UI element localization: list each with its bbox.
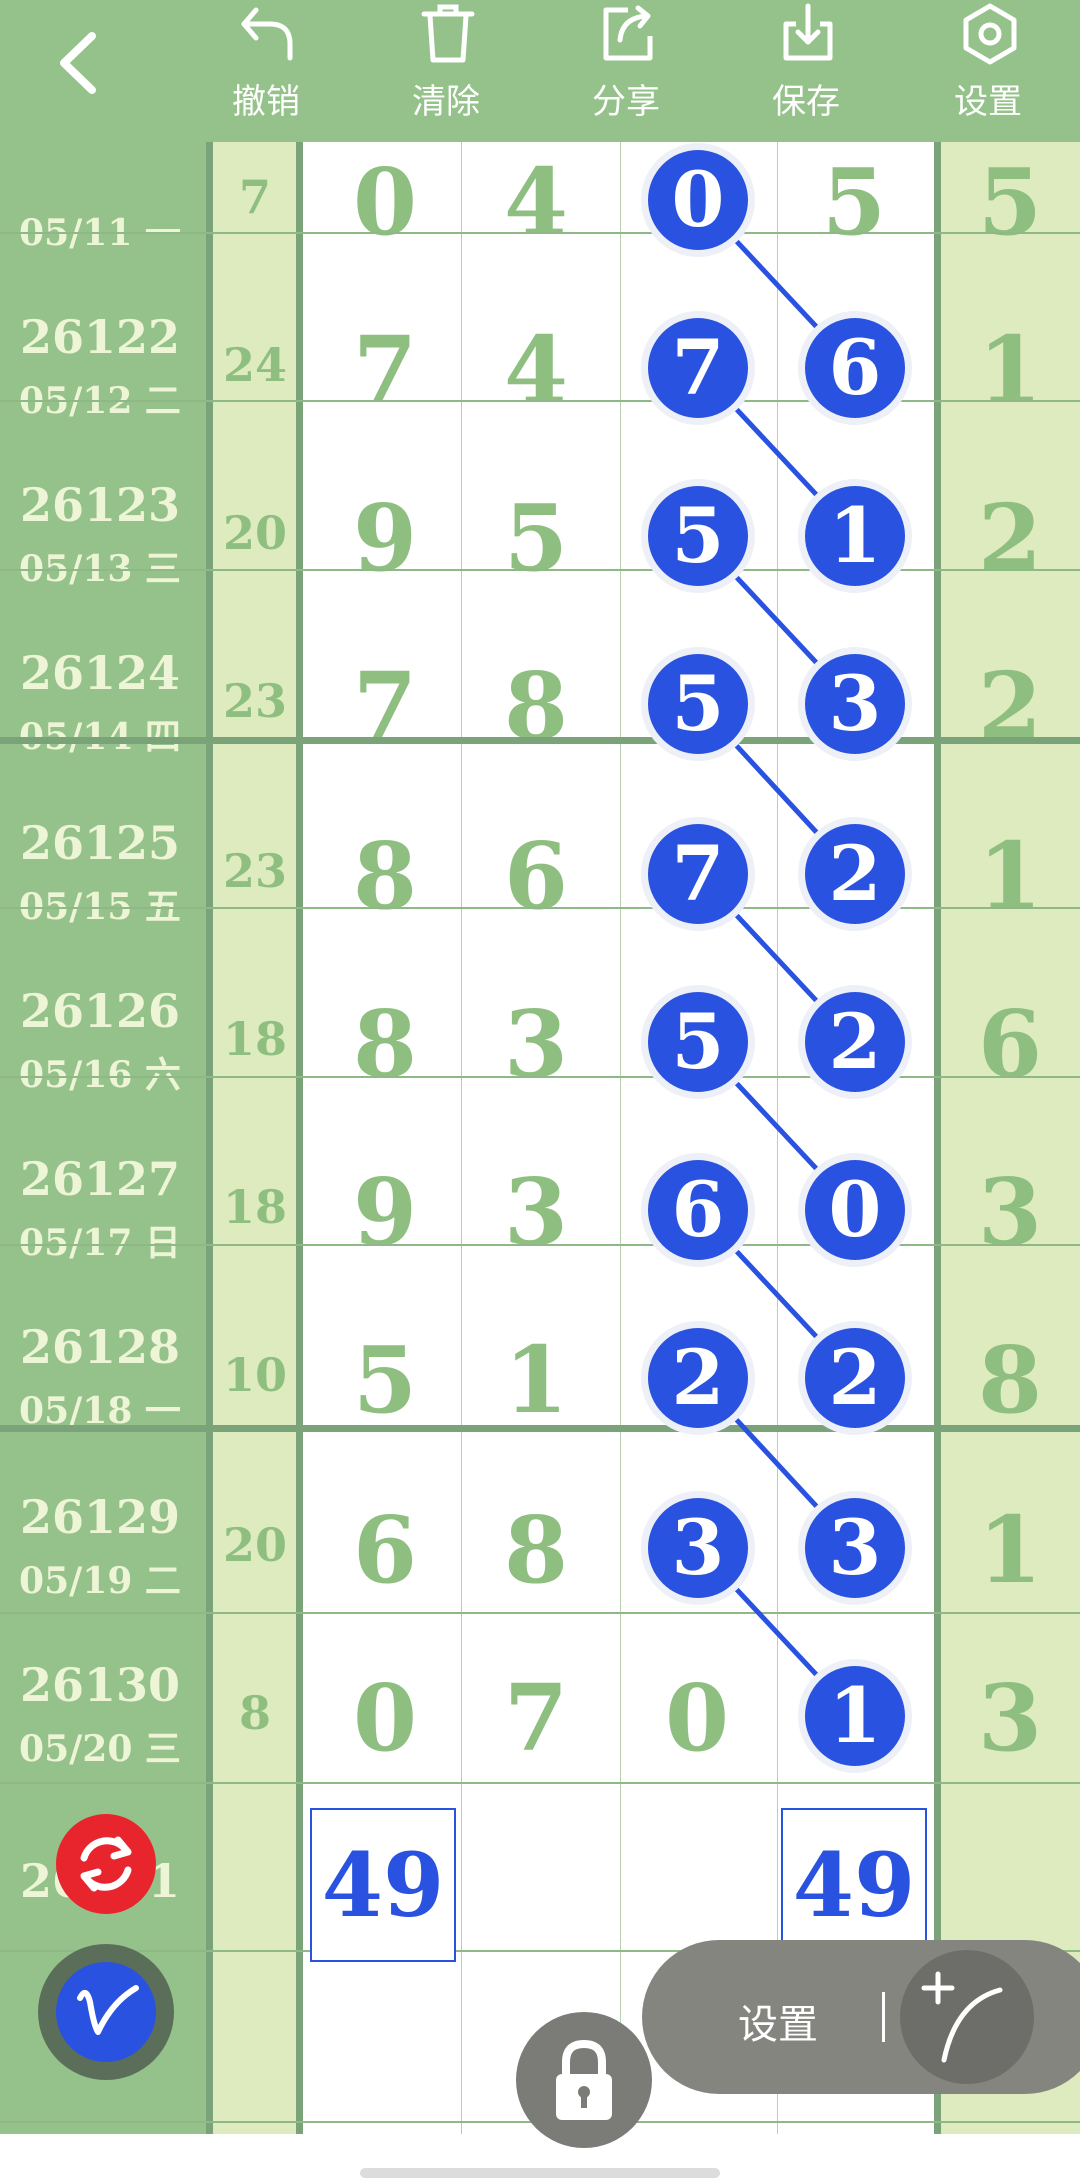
share-label: 分享 (592, 82, 660, 122)
highlighted-digit-ball[interactable]: 3 (805, 654, 905, 754)
highlighted-digit-ball[interactable]: 2 (805, 992, 905, 1092)
share-icon (603, 5, 653, 61)
highlighted-digit-ball[interactable]: 5 (648, 654, 748, 754)
chevron-left-icon (60, 32, 96, 94)
back-button[interactable] (50, 28, 110, 98)
share-button[interactable]: 分享 (566, 0, 686, 142)
undo-icon (241, 7, 293, 61)
add-curve-button[interactable] (900, 1950, 1034, 2084)
highlighted-digit-ball[interactable]: 0 (805, 1160, 905, 1260)
trend-grid: 05/11 一7040552612205/12 二24747612612305/… (0, 142, 1080, 2134)
undo-label: 撤销 (232, 82, 300, 122)
save-label: 保存 (772, 82, 840, 122)
pill-divider (882, 1992, 885, 2042)
settings-label: 设置 (954, 82, 1022, 122)
highlighted-digit-ball[interactable]: 6 (648, 1160, 748, 1260)
prediction-box-col4[interactable]: 49 (781, 1808, 927, 1962)
highlighted-digit-ball[interactable]: 7 (648, 824, 748, 924)
download-icon (783, 3, 833, 61)
lock-icon (556, 2039, 612, 2120)
save-button[interactable]: 保存 (746, 0, 866, 142)
undo-button[interactable]: 撤销 (206, 0, 326, 142)
highlighted-digit-ball[interactable]: 2 (648, 1328, 748, 1428)
lock-button[interactable] (516, 2012, 652, 2148)
settings-button[interactable]: 设置 (928, 0, 1048, 142)
home-indicator[interactable] (360, 2168, 720, 2178)
highlighted-digit-ball[interactable]: 2 (805, 824, 905, 924)
highlighted-digit-ball[interactable]: 2 (805, 1328, 905, 1428)
trash-icon (421, 4, 475, 63)
refresh-button[interactable] (56, 1814, 156, 1914)
highlighted-digit-ball[interactable]: 1 (805, 486, 905, 586)
highlighted-digit-ball[interactable]: 7 (648, 318, 748, 418)
add-curve-icon (921, 1971, 1003, 2063)
pill-settings-label[interactable]: 设置 (738, 1992, 818, 2050)
highlighted-digit-ball[interactable]: 3 (805, 1498, 905, 1598)
highlighted-digit-ball[interactable]: 6 (805, 318, 905, 418)
highlighted-digit-ball[interactable]: 3 (648, 1498, 748, 1598)
highlighted-digit-ball[interactable]: 1 (805, 1666, 905, 1766)
pen-button[interactable] (38, 1944, 174, 2080)
pen-icon (77, 1985, 139, 2035)
highlighted-digit-ball[interactable]: 5 (648, 486, 748, 586)
highlighted-digit-ball[interactable]: 5 (648, 992, 748, 1092)
clear-button[interactable]: 清除 (386, 0, 506, 142)
pen-button-inner (56, 1962, 156, 2062)
highlighted-digit-ball[interactable]: 0 (648, 150, 748, 250)
prediction-box-col1[interactable]: 49 (310, 1808, 456, 1962)
hexagon-gear-icon (963, 3, 1017, 65)
clear-label: 清除 (412, 82, 480, 122)
refresh-icon (80, 1836, 132, 1892)
top-toolbar: 撤销 清除 分享 保存 设置 (0, 0, 1080, 142)
settings-pill: 设置 (642, 1940, 1080, 2094)
